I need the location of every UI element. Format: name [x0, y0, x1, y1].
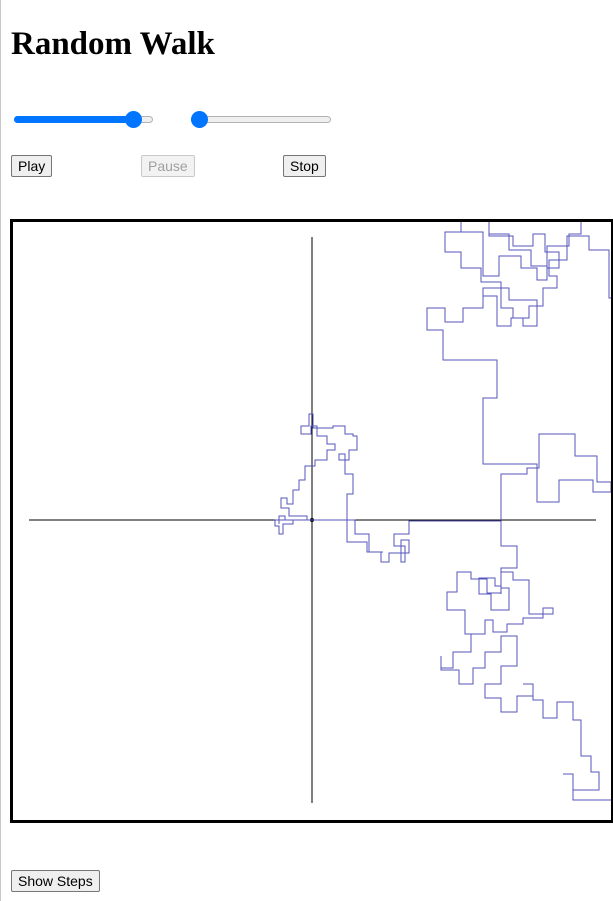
walk-canvas — [10, 219, 613, 823]
window-edge — [0, 0, 1, 901]
walk-path-cluster-upper-right — [426, 235, 611, 520]
speed-slider-fill — [14, 116, 133, 123]
walk-path-cluster-top-right — [312, 519, 554, 635]
page-title: Random Walk — [11, 26, 215, 62]
walk-path-cluster-left-tail — [274, 515, 307, 535]
walk-path-cluster-top-edge — [444, 222, 582, 327]
speed-slider[interactable] — [14, 111, 153, 128]
step-slider-thumb[interactable] — [191, 111, 208, 128]
play-button[interactable]: Play — [11, 155, 53, 177]
speed-slider-thumb[interactable] — [125, 111, 142, 128]
walk-path-cluster-center — [280, 413, 383, 553]
pause-button[interactable]: Pause — [141, 155, 195, 177]
show-steps-button[interactable]: Show Steps — [11, 870, 100, 892]
walk-drawing — [29, 222, 611, 803]
walk-path-cluster-bottom-right — [440, 634, 611, 801]
stop-button[interactable]: Stop — [283, 155, 326, 177]
step-slider[interactable] — [191, 111, 331, 128]
